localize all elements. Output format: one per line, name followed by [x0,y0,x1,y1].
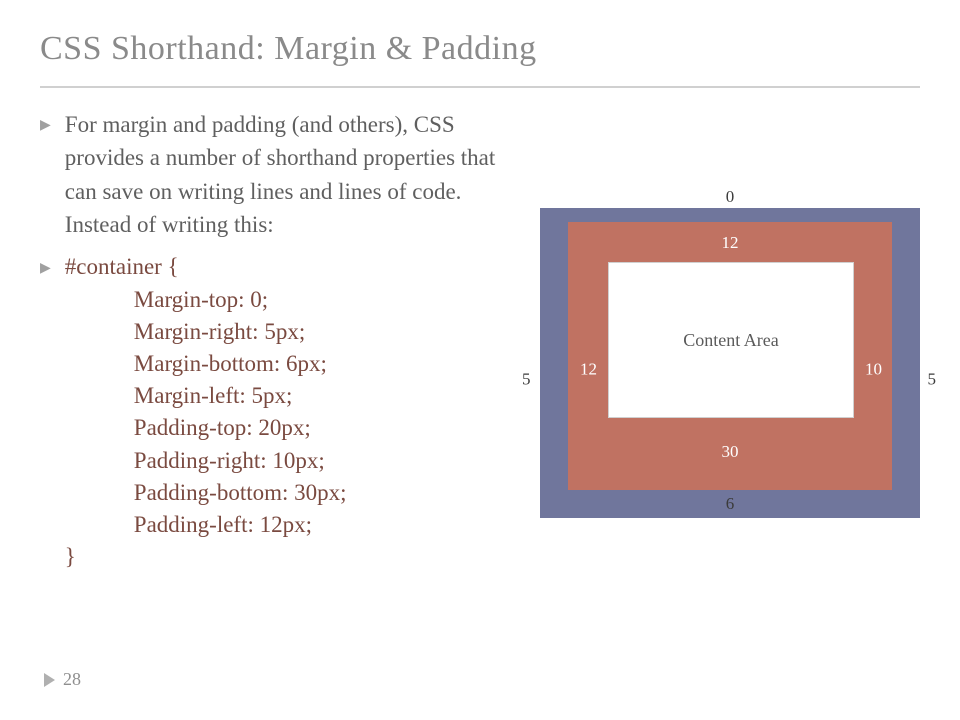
intro-bullet: ▶ For margin and padding (and others), C… [40,108,520,241]
intro-text: For margin and padding (and others), CSS… [65,108,520,241]
code-open: #container { [65,254,179,279]
content-area-label: Content Area [683,330,778,351]
title-divider [40,86,920,88]
margin-bottom-value: 6 [726,495,735,512]
bullet-icon: ▶ [40,116,51,241]
content-row: ▶ For margin and padding (and others), C… [40,108,920,583]
padding-top-value: 12 [722,234,739,251]
margin-right-value: 5 [928,370,937,387]
padding-bottom-value: 30 [722,443,739,460]
slide: CSS Shorthand: Margin & Padding ▶ For ma… [0,0,960,583]
code-close: } [65,544,76,569]
code-line: Margin-top: 0; [134,287,268,312]
margin-top-value: 0 [726,188,735,205]
code-line: Padding-left: 12px; [134,512,312,537]
code-line: Margin-right: 5px; [134,319,305,344]
bullet-icon: ▶ [40,259,51,573]
code-line: Padding-top: 20px; [134,415,311,440]
page-number: 28 [63,669,81,690]
code-line: Padding-bottom: 30px; [134,480,347,505]
margin-left-value: 5 [522,370,531,387]
code-line: Margin-left: 5px; [134,383,293,408]
code-bullet: ▶ #container { Margin-top: 0; Margin-rig… [40,251,520,573]
arrow-right-icon [44,673,55,687]
box-model-diagram: 0 5 6 5 12 10 30 12 Content Area [540,108,920,583]
margin-region: 0 5 6 5 12 10 30 12 Content Area [540,208,920,518]
slide-title: CSS Shorthand: Margin & Padding [40,30,920,68]
padding-region: 12 10 30 12 Content Area [568,222,892,490]
code-line: Margin-bottom: 6px; [134,351,327,376]
padding-left-value: 12 [580,361,597,378]
content-region: Content Area [608,262,854,418]
padding-right-value: 10 [865,361,882,378]
code-block: #container { Margin-top: 0; Margin-right… [65,251,347,573]
page-footer: 28 [44,669,81,690]
code-line: Padding-right: 10px; [134,448,325,473]
text-column: ▶ For margin and padding (and others), C… [40,108,520,583]
